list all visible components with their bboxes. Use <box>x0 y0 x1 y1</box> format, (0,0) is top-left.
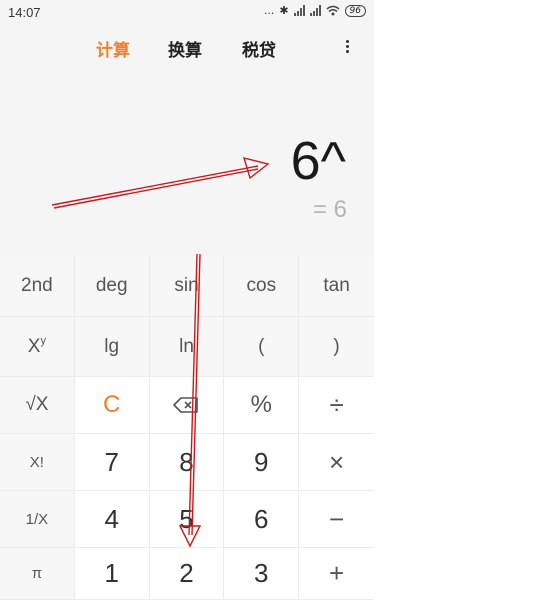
status-time: 14:07 <box>8 5 41 20</box>
key-9[interactable]: 9 <box>224 434 300 491</box>
key-tan[interactable]: tan <box>299 256 374 317</box>
key-deg[interactable]: deg <box>74 256 150 317</box>
signal-icon <box>309 5 321 16</box>
battery-icon: 96 <box>344 4 366 17</box>
tab-bar: 计算 换算 税贷 <box>0 26 374 68</box>
key-percent[interactable]: % <box>224 377 300 434</box>
notification-dots: ... <box>263 4 275 17</box>
key-factorial[interactable]: X! <box>0 434 75 491</box>
key-power-exponent: y <box>40 334 46 347</box>
backspace-icon <box>173 397 199 413</box>
key-lg[interactable]: lg <box>74 317 150 377</box>
key-5[interactable]: 5 <box>149 491 225 548</box>
key-reciprocal[interactable]: 1/X <box>0 491 75 548</box>
key-paren-close[interactable]: ) <box>299 317 374 377</box>
status-bar: 14:07 ... ✱ 96 <box>0 0 374 26</box>
key-2nd[interactable]: 2nd <box>0 256 75 317</box>
key-backspace[interactable] <box>149 377 225 434</box>
tab-tax-loan[interactable]: 税贷 <box>242 36 276 61</box>
key-3[interactable]: 3 <box>224 548 300 600</box>
status-icons: ... ✱ 96 <box>264 4 366 17</box>
key-sqrt[interactable]: √X <box>0 377 75 434</box>
key-8[interactable]: 8 <box>149 434 225 491</box>
key-power-base: X <box>27 335 41 357</box>
key-minus[interactable]: − <box>299 491 374 548</box>
key-ln[interactable]: ln <box>149 317 225 377</box>
keypad: 2nd deg sin cos tan Xy lg ln ( ) √X C % … <box>0 256 374 600</box>
key-cos[interactable]: cos <box>224 256 300 317</box>
key-plus[interactable]: + <box>299 548 374 600</box>
key-2[interactable]: 2 <box>149 548 225 600</box>
result-preview: = 6 <box>312 196 347 223</box>
key-divide[interactable]: ÷ <box>299 377 374 434</box>
expression-display: 6^ <box>290 131 346 191</box>
key-pi[interactable]: π <box>0 548 75 600</box>
key-sin[interactable]: sin <box>149 256 225 317</box>
key-4[interactable]: 4 <box>74 491 150 548</box>
key-clear[interactable]: C <box>74 377 150 434</box>
tab-converter[interactable]: 换算 <box>168 36 202 61</box>
calculator-screen: 14:07 ... ✱ 96 计算 换算 税贷 6^ = 6 2nd deg s… <box>0 0 374 600</box>
key-6[interactable]: 6 <box>224 491 300 548</box>
key-paren-open[interactable]: ( <box>224 317 300 377</box>
bluetooth-icon: ✱ <box>279 4 289 17</box>
display-area: 6^ = 6 <box>0 68 374 256</box>
key-power[interactable]: Xy <box>0 317 75 377</box>
more-vertical-icon[interactable] <box>340 38 354 58</box>
tab-calculator[interactable]: 计算 <box>96 36 130 61</box>
key-multiply[interactable]: × <box>299 434 374 491</box>
key-7[interactable]: 7 <box>74 434 150 491</box>
wifi-icon <box>326 5 340 16</box>
key-1[interactable]: 1 <box>74 548 150 600</box>
signal-icon <box>293 5 305 16</box>
